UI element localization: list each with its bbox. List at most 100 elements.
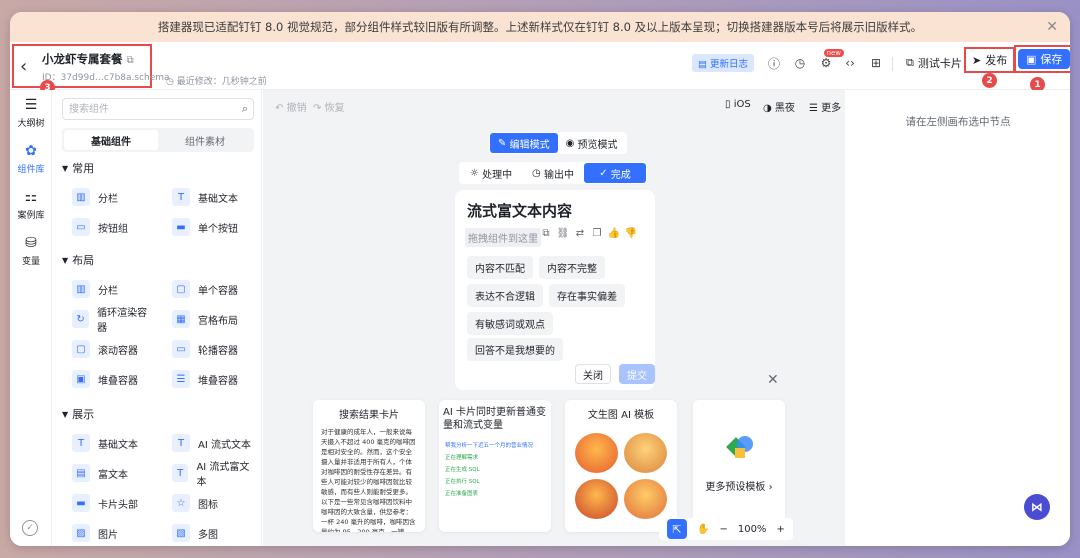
ios-toggle[interactable]: ▯ iOS xyxy=(725,99,751,110)
search-icon[interactable]: ⌕ xyxy=(242,102,248,116)
state-done[interactable]: ✓ 完成 xyxy=(584,163,646,183)
template-card-search[interactable]: 搜索结果卡片 对于健康的成年人，一般来说每天摄入不超过 400 毫克的咖啡因是相… xyxy=(313,400,425,532)
rail-item-cases[interactable]: ⚏ 案例库 xyxy=(10,182,52,228)
properties-panel: 请在左侧画布选中节点 ⋈ xyxy=(846,90,1070,546)
more-templates-card[interactable]: 更多预设模板 › xyxy=(693,400,785,532)
check-circle-icon: ✓ xyxy=(599,167,608,179)
mode-edit[interactable]: ✎ 编辑模式 xyxy=(490,133,558,153)
tab-component-assets[interactable]: 组件素材 xyxy=(158,130,252,150)
template-card-ai-vars[interactable]: AI 卡片同时更新普通变量和流式变量 帮我分析一下近五一个月的营业情况 正在理解… xyxy=(439,400,551,532)
comp-rich-text[interactable]: ▤ 富文本 xyxy=(62,460,154,486)
publish-button[interactable]: ➤ 发布 xyxy=(966,49,1013,71)
thumbs-up-icon[interactable]: 👍 xyxy=(608,228,620,239)
rail-item-variables[interactable]: ⛁ 变量 xyxy=(10,228,52,274)
preview-card[interactable]: 流式富文本内容 拖拽组件到这里 ⧉ ⛓ ⇄ ❐ 👍 👎 内容不匹配 内容不完整 … xyxy=(455,190,655,390)
feedback-chip[interactable]: 存在事实偏差 xyxy=(549,284,625,307)
comp-ai-stream-text[interactable]: T AI 流式文本 xyxy=(162,430,254,456)
zoom-out-icon[interactable]: − xyxy=(719,524,727,535)
tab-basic-components[interactable]: 基础组件 xyxy=(64,130,158,150)
comp-card-header[interactable]: ▬ 卡片头部 xyxy=(62,490,154,516)
generated-image-3 xyxy=(575,479,618,519)
dark-toggle[interactable]: ◑ 黑夜 xyxy=(763,99,795,114)
state-processing[interactable]: ☼ 处理中 xyxy=(460,163,522,183)
comp-single-button[interactable]: ▬ 单个按钮 xyxy=(162,214,254,240)
feedback-chip[interactable]: 表达不合逻辑 xyxy=(467,284,543,307)
component-panel: ⌕ 基础组件 组件素材 ▼常用 ▥分栏 T基础文本 ▭按钮组 ▬单个按钮 ▼布局… xyxy=(52,90,262,546)
template-card-text-to-image[interactable]: 文生图 AI 模板 xyxy=(565,400,677,532)
spinner-icon: ☼ xyxy=(469,167,479,179)
comp-display-basic-text[interactable]: T 基础文本 xyxy=(62,430,154,456)
comp-ai-stream-rich-text[interactable]: T AI 流式富文本 xyxy=(162,460,254,488)
comp-image[interactable]: ▨ 图片 xyxy=(62,520,154,546)
columns-icon: ▥ xyxy=(72,188,90,206)
state-switch: ☼ 处理中 ◷ 输出中 ✓ 完成 xyxy=(459,162,647,184)
select-tool-icon[interactable]: ⇱ xyxy=(667,519,687,539)
code-icon[interactable]: ‹› xyxy=(840,53,860,73)
comp-layout-columns[interactable]: ▥ 分栏 xyxy=(62,276,154,302)
scroll-icon: ▢ xyxy=(72,340,90,358)
search-input[interactable] xyxy=(63,99,223,119)
clock-icon: ◷ xyxy=(166,77,174,87)
submit-button[interactable]: 提交 xyxy=(619,364,655,384)
more-button[interactable]: ☰ 更多 xyxy=(809,99,841,114)
feedback-chip[interactable]: 内容不完整 xyxy=(539,256,605,279)
redo-button[interactable]: ↷ 恢复 xyxy=(313,99,345,114)
comp-multi-image[interactable]: ▧ 多图 xyxy=(162,520,254,546)
section-common[interactable]: ▼ 常用 xyxy=(62,160,94,176)
feedback-chip[interactable]: 有敏感词或观点 xyxy=(467,312,553,335)
mode-preview[interactable]: ◉ 预览模式 xyxy=(558,133,626,153)
button-group-icon: ▭ xyxy=(72,218,90,236)
translate-icon[interactable]: ⇄ xyxy=(575,228,585,239)
link-icon[interactable]: ⛓ xyxy=(557,228,570,239)
plugin-icon[interactable]: ⚙ new xyxy=(816,49,844,73)
comp-grid-layout[interactable]: ▦ 宫格布局 xyxy=(162,306,254,332)
caret-down-icon: ▼ xyxy=(62,409,69,419)
comp-stack-container[interactable]: ▣ 堆叠容器 xyxy=(62,366,154,392)
history-icon[interactable]: ◷ xyxy=(790,53,810,73)
empty-selection-hint: 请在左侧画布选中节点 xyxy=(905,116,1011,128)
help-icon[interactable]: ⓘ xyxy=(764,53,784,73)
comp-loop-container[interactable]: ↻ 循环渲染容器 xyxy=(62,306,154,334)
check-icon[interactable]: ✓ xyxy=(22,520,38,536)
thumbs-down-icon[interactable]: 👎 xyxy=(625,228,637,239)
test-card-button[interactable]: ⧉ 测试卡片 xyxy=(900,52,968,74)
update-log-button[interactable]: ▤ 更新日志 xyxy=(692,54,755,72)
comp-basic-text[interactable]: T 基础文本 xyxy=(162,184,254,210)
feedback-chip[interactable]: 内容不匹配 xyxy=(467,256,533,279)
feedback-icons: ⧉ ⛓ ⇄ ❐ 👍 👎 xyxy=(541,228,637,239)
comp-stack-container-2[interactable]: ☰ 堆叠容器 xyxy=(162,366,254,392)
rail-item-outline[interactable]: ☰ 大纲树 xyxy=(10,90,52,136)
send-icon: ➤ xyxy=(972,53,982,67)
outline-icon: ☰ xyxy=(24,97,38,113)
comp-button-group[interactable]: ▭ 按钮组 xyxy=(62,214,154,240)
save-button[interactable]: ▣ 保存 xyxy=(1018,49,1070,69)
bookmark-icon[interactable]: ❐ xyxy=(592,228,602,239)
close-icon[interactable]: ✕ xyxy=(1046,19,1058,35)
back-arrow-icon[interactable]: ‹ xyxy=(20,56,27,77)
section-layout[interactable]: ▼ 布局 xyxy=(62,252,94,268)
drop-zone[interactable]: 拖拽组件到这里 xyxy=(465,228,541,247)
state-outputting[interactable]: ◷ 输出中 xyxy=(522,163,584,183)
undo-button[interactable]: ↶ 撤销 xyxy=(275,99,307,114)
section-display[interactable]: ▼ 展示 xyxy=(62,406,94,422)
copy-icon[interactable]: ⧉ xyxy=(541,228,551,239)
generated-image-2 xyxy=(624,433,667,473)
comp-scroll-container[interactable]: ▢ 滚动容器 xyxy=(62,336,154,362)
feedback-chip[interactable]: 回答不是我想要的 xyxy=(467,338,563,361)
zoom-in-icon[interactable]: + xyxy=(776,524,784,535)
external-link-icon[interactable]: ⧉ xyxy=(127,55,134,66)
variables-icon: ⛁ xyxy=(25,235,37,251)
components-icon: ✿ xyxy=(25,143,37,159)
close-button[interactable]: 关闭 xyxy=(575,364,611,384)
ai-rich-text-icon: T xyxy=(172,464,189,482)
grid-icon[interactable]: ⊞ xyxy=(866,53,886,73)
hand-tool-icon[interactable]: ✋ xyxy=(697,524,709,535)
close-icon[interactable]: ✕ xyxy=(767,372,779,388)
comp-icon[interactable]: ☆ 图标 xyxy=(162,490,254,516)
comp-carousel-container[interactable]: ▭ 轮播容器 xyxy=(162,336,254,362)
panel-tabs: 基础组件 组件素材 xyxy=(62,128,254,152)
assistant-icon[interactable]: ⋈ xyxy=(1024,494,1050,520)
rail-item-components[interactable]: ✿ 组件库 xyxy=(10,136,52,182)
comp-columns[interactable]: ▥ 分栏 xyxy=(62,184,154,210)
comp-single-container[interactable]: ▢ 单个容器 xyxy=(162,276,254,302)
